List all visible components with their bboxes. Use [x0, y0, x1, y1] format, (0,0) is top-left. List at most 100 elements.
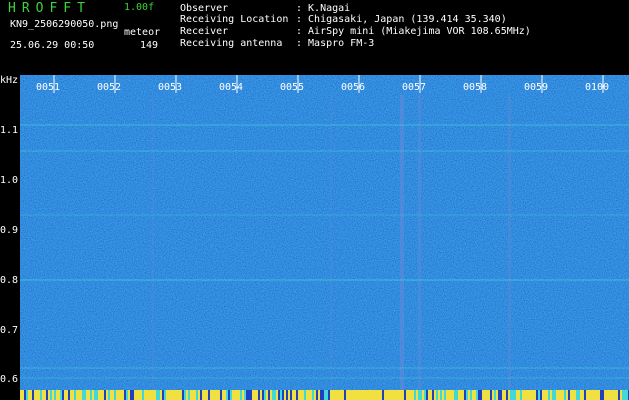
level-bar-cell [324, 390, 326, 400]
level-bar-cell [342, 390, 344, 400]
time-label-0059: 0059 [524, 82, 548, 93]
level-bar-cell [68, 390, 70, 400]
level-bar-cell [480, 390, 482, 400]
level-bar-cell [290, 390, 292, 400]
level-bar-cell [392, 390, 394, 400]
ytick-0-7: 0.7 [0, 325, 19, 336]
level-bar-cell [300, 390, 302, 400]
level-bar-cell [66, 390, 68, 400]
level-bar-cell [328, 390, 330, 400]
level-bar-cell [446, 390, 448, 400]
level-bar-cell [412, 390, 414, 400]
level-bar-cell [294, 390, 296, 400]
level-bar-cell [436, 390, 438, 400]
level-bar-cell [390, 390, 392, 400]
level-bar-cell [252, 390, 254, 400]
level-bar-cell [158, 390, 160, 400]
level-bar-cell [44, 390, 46, 400]
level-bar-cell [306, 390, 308, 400]
level-bar-cell [244, 390, 246, 400]
level-bar-cell [98, 390, 100, 400]
level-bar-cell [432, 390, 434, 400]
level-bar-cell [378, 390, 380, 400]
level-bar-cell [118, 390, 120, 400]
level-bar-cell [498, 390, 500, 400]
level-bar-cell [302, 390, 304, 400]
ytick-0-8: 0.8 [0, 275, 19, 286]
unit-label: kHz [0, 75, 19, 86]
level-bar-cell [166, 390, 168, 400]
level-bar-cell [440, 390, 442, 400]
level-bar-cell [216, 390, 218, 400]
level-bar-cell [398, 390, 400, 400]
level-bar-cell [150, 390, 152, 400]
time-label-0056: 0056 [341, 82, 365, 93]
level-bar-cell [408, 390, 410, 400]
level-bar-cell [102, 390, 104, 400]
ytick-1-1: 1.1 [0, 125, 19, 136]
level-bar-cell [174, 390, 176, 400]
level-bar-cell [560, 390, 562, 400]
level-bar-cell [612, 390, 614, 400]
level-bar-cell [430, 390, 432, 400]
level-bar-cell [242, 390, 244, 400]
level-bar-cell [420, 390, 422, 400]
level-bar-cell [176, 390, 178, 400]
level-bar-cell [552, 390, 554, 400]
level-bar-cell [526, 390, 528, 400]
vertical-trace [152, 95, 154, 390]
level-bar-cell [162, 390, 164, 400]
level-bar-cell [256, 390, 258, 400]
level-bar-cell [380, 390, 382, 400]
level-bar-cell [254, 390, 256, 400]
level-bar-cell [318, 390, 320, 400]
level-bar-cell [354, 390, 356, 400]
level-bar-cell [20, 390, 22, 400]
level-bar-cell [196, 390, 198, 400]
level-bar-cell [132, 390, 134, 400]
level-bar-cell [240, 390, 242, 400]
level-bar-cell [146, 390, 148, 400]
level-bar-cell [426, 390, 428, 400]
level-bar-cell [410, 390, 412, 400]
level-bar-cell [72, 390, 74, 400]
level-bar-cell [210, 390, 212, 400]
level-bar-cell [554, 390, 556, 400]
level-bar-cell [476, 390, 478, 400]
level-bar-cell [228, 390, 230, 400]
time-label-0058: 0058 [463, 82, 487, 93]
level-bar-cell [462, 390, 464, 400]
level-bar-cell [270, 390, 272, 400]
level-bar-cell [88, 390, 90, 400]
level-bar-cell [340, 390, 342, 400]
level-bar-cell [46, 390, 48, 400]
level-bar-cell [148, 390, 150, 400]
level-bar-cell [284, 390, 286, 400]
level-bar-cell [600, 390, 602, 400]
time-label-0055: 0055 [280, 82, 304, 93]
level-bar-cell [574, 390, 576, 400]
level-bar-cell [32, 390, 34, 400]
level-bar-cell [182, 390, 184, 400]
level-bar-cell [124, 390, 126, 400]
level-bar-cell [382, 390, 384, 400]
level-bar-cell [272, 390, 274, 400]
level-bar-cell [78, 390, 80, 400]
level-bar-cell [504, 390, 506, 400]
level-bar-cell [226, 390, 228, 400]
level-bar-cell [372, 390, 374, 400]
level-bar-cell [596, 390, 598, 400]
level-bar-cell [404, 390, 406, 400]
level-bar-cell [514, 390, 516, 400]
level-bar-cell [418, 390, 420, 400]
level-bar-cell [310, 390, 312, 400]
level-bar-cell [112, 390, 114, 400]
level-bar-cell [200, 390, 202, 400]
level-bar-cell [122, 390, 124, 400]
level-bar-cell [350, 390, 352, 400]
level-bar-cell [214, 390, 216, 400]
level-bar-cell [30, 390, 32, 400]
level-bar-cell [276, 390, 278, 400]
level-bar-cell [106, 390, 108, 400]
level-bar-cell [172, 390, 174, 400]
